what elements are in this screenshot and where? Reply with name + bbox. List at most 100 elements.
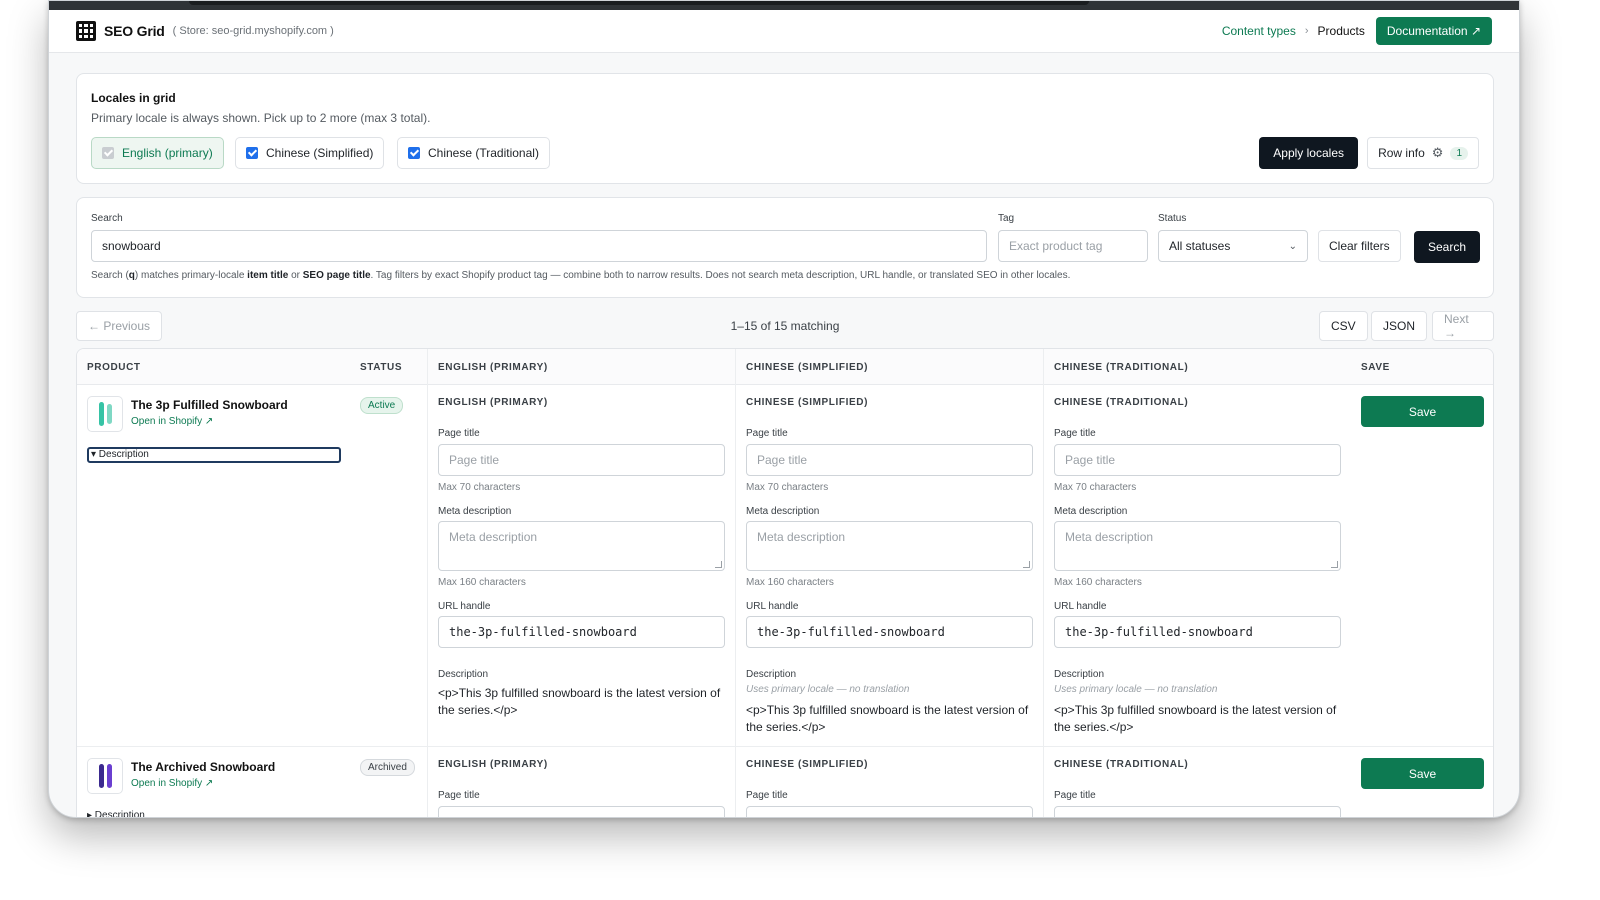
- description-text: <p>This 3p fulfilled snowboard is the la…: [438, 686, 721, 717]
- page-title-input[interactable]: Page title: [438, 444, 725, 476]
- locale-chip-chinese-simplified[interactable]: Chinese (Simplified): [235, 137, 385, 169]
- description-toggle[interactable]: ▾ Description: [87, 447, 341, 463]
- status-badge: Active: [360, 397, 404, 414]
- breadcrumb-content-types[interactable]: Content types: [1222, 24, 1296, 38]
- description-toggle[interactable]: ▸ Description: [87, 810, 145, 817]
- table-row: The 3p Fulfilled Snowboard Open in Shopi…: [77, 386, 1493, 747]
- col-header-english: ENGLISH (PRIMARY): [438, 362, 548, 373]
- page-title-label: Page title: [746, 790, 788, 801]
- page-title-input[interactable]: Page title: [746, 806, 1033, 817]
- page-title-hint: Max 70 characters: [746, 482, 829, 493]
- meta-description-hint: Max 160 characters: [746, 577, 834, 588]
- locale-heading: ENGLISH (PRIMARY): [438, 759, 548, 770]
- pagination-bar: ← Previous 1–15 of 15 matching CSV JSON …: [76, 311, 1494, 341]
- snowboard-thumbnail: [87, 396, 123, 432]
- documentation-button[interactable]: Documentation ↗: [1375, 17, 1492, 45]
- description-label: Description: [438, 669, 489, 680]
- breadcrumb-current: Products: [1317, 24, 1365, 38]
- search-help-text: Search (q) matches primary-locale item t…: [91, 270, 1071, 281]
- url-handle-input[interactable]: the-3p-fulfilled-snowboard: [746, 616, 1033, 648]
- next-button[interactable]: Next →: [1432, 311, 1494, 341]
- page-title-input[interactable]: Page title: [1054, 444, 1341, 476]
- status-select-value: All statuses: [1169, 239, 1231, 253]
- locale-chip-chinese-traditional[interactable]: Chinese (Traditional): [397, 137, 550, 169]
- url-handle-label: URL handle: [746, 601, 799, 612]
- url-handle-input[interactable]: the-3p-fulfilled-snowboard: [438, 616, 725, 648]
- export-csv-button[interactable]: CSV: [1319, 311, 1368, 341]
- row-info-label: Row info: [1378, 146, 1425, 160]
- col-header-save: SAVE: [1361, 362, 1390, 373]
- product-name: The 3p Fulfilled Snowboard: [131, 398, 288, 412]
- apply-locales-button[interactable]: Apply locales: [1259, 137, 1358, 169]
- checkbox-icon: [102, 147, 114, 159]
- meta-description-textarea[interactable]: Meta description: [438, 521, 725, 571]
- grid-logo-icon: [76, 21, 96, 41]
- table-header: PRODUCT STATUS ENGLISH (PRIMARY) CHINESE…: [77, 349, 1493, 385]
- url-handle-input[interactable]: the-3p-fulfilled-snowboard: [1054, 616, 1341, 648]
- window-top-strip: [49, 1, 1519, 10]
- status-badge: Archived: [360, 759, 415, 776]
- locale-heading: CHINESE (SIMPLIFIED): [746, 759, 869, 770]
- page-title-label: Page title: [438, 428, 480, 439]
- meta-description-label: Meta description: [1054, 506, 1128, 517]
- page-title-input[interactable]: Page title: [438, 806, 725, 817]
- page-title-input[interactable]: Page title: [746, 444, 1033, 476]
- search-label: Search: [91, 213, 123, 224]
- locale-heading: CHINESE (SIMPLIFIED): [746, 397, 869, 408]
- meta-description-hint: Max 160 characters: [1054, 577, 1142, 588]
- row-info-button[interactable]: Row info ⚙ 1: [1367, 137, 1479, 169]
- search-card: Search snowboard Tag Exact product tag S…: [76, 197, 1494, 298]
- locale-heading: ENGLISH (PRIMARY): [438, 397, 548, 408]
- seo-grid-table: PRODUCT STATUS ENGLISH (PRIMARY) CHINESE…: [76, 348, 1494, 817]
- row-info-count: 1: [1450, 146, 1468, 160]
- page-title-input[interactable]: Page title: [1054, 806, 1341, 817]
- status-label: Status: [1158, 213, 1187, 224]
- snowboard-thumbnail: [87, 758, 123, 794]
- meta-description-textarea[interactable]: Meta description: [746, 521, 1033, 571]
- results-summary: 1–15 of 15 matching: [730, 319, 840, 333]
- col-header-chinese-simplified: CHINESE (SIMPLIFIED): [746, 362, 869, 373]
- locales-card: Locales in grid Primary locale is always…: [76, 73, 1494, 184]
- status-select[interactable]: All statuses ⌄: [1158, 230, 1308, 262]
- meta-description-label: Meta description: [746, 506, 820, 517]
- clear-filters-button[interactable]: Clear filters: [1318, 230, 1401, 262]
- page-title-hint: Max 70 characters: [438, 482, 521, 493]
- description-label: Description: [746, 669, 797, 680]
- meta-description-textarea[interactable]: Meta description: [1054, 521, 1341, 571]
- page-title-hint: Max 70 characters: [1054, 482, 1137, 493]
- page-title-label: Page title: [438, 790, 480, 801]
- open-in-shopify-link[interactable]: Open in Shopify ↗: [131, 416, 213, 427]
- table-row: The Archived Snowboard Open in Shopify ↗…: [77, 748, 1493, 817]
- locale-label: Chinese (Simplified): [266, 146, 374, 160]
- locale-heading: CHINESE (TRADITIONAL): [1054, 759, 1189, 770]
- col-header-chinese-traditional: CHINESE (TRADITIONAL): [1054, 362, 1189, 373]
- product-name: The Archived Snowboard: [131, 760, 276, 774]
- meta-description-hint: Max 160 characters: [438, 577, 526, 588]
- gear-icon: ⚙: [1431, 145, 1444, 160]
- url-handle-label: URL handle: [438, 601, 491, 612]
- tag-input[interactable]: Exact product tag: [998, 230, 1148, 262]
- description-label: Description: [1054, 669, 1105, 680]
- checkbox-icon: [246, 147, 258, 159]
- save-button[interactable]: Save: [1361, 396, 1484, 427]
- locale-chip-english[interactable]: English (primary): [91, 137, 224, 169]
- app-header: SEO Grid ( Store: seo-grid.myshopify.com…: [49, 10, 1519, 53]
- fallback-note: Uses primary locale — no translation: [746, 684, 910, 695]
- search-button[interactable]: Search: [1414, 231, 1481, 263]
- previous-button[interactable]: ← Previous: [76, 311, 163, 341]
- locale-heading: CHINESE (TRADITIONAL): [1054, 397, 1189, 408]
- breadcrumb: Content types › Products Documentation ↗: [1222, 17, 1492, 45]
- col-header-status: STATUS: [360, 362, 403, 373]
- search-input[interactable]: snowboard: [91, 230, 987, 262]
- open-in-shopify-link[interactable]: Open in Shopify ↗: [131, 778, 213, 789]
- locales-title: Locales in grid: [91, 91, 176, 105]
- chevron-down-icon: ⌄: [1288, 240, 1297, 252]
- col-header-product: PRODUCT: [87, 362, 141, 373]
- locale-label: English (primary): [122, 146, 213, 160]
- locale-label: Chinese (Traditional): [428, 146, 539, 160]
- app-window: SEO Grid ( Store: seo-grid.myshopify.com…: [48, 0, 1520, 818]
- locales-subtitle: Primary locale is always shown. Pick up …: [91, 111, 431, 125]
- save-button[interactable]: Save: [1361, 758, 1484, 789]
- export-json-button[interactable]: JSON: [1371, 311, 1428, 341]
- checkbox-icon: [408, 147, 420, 159]
